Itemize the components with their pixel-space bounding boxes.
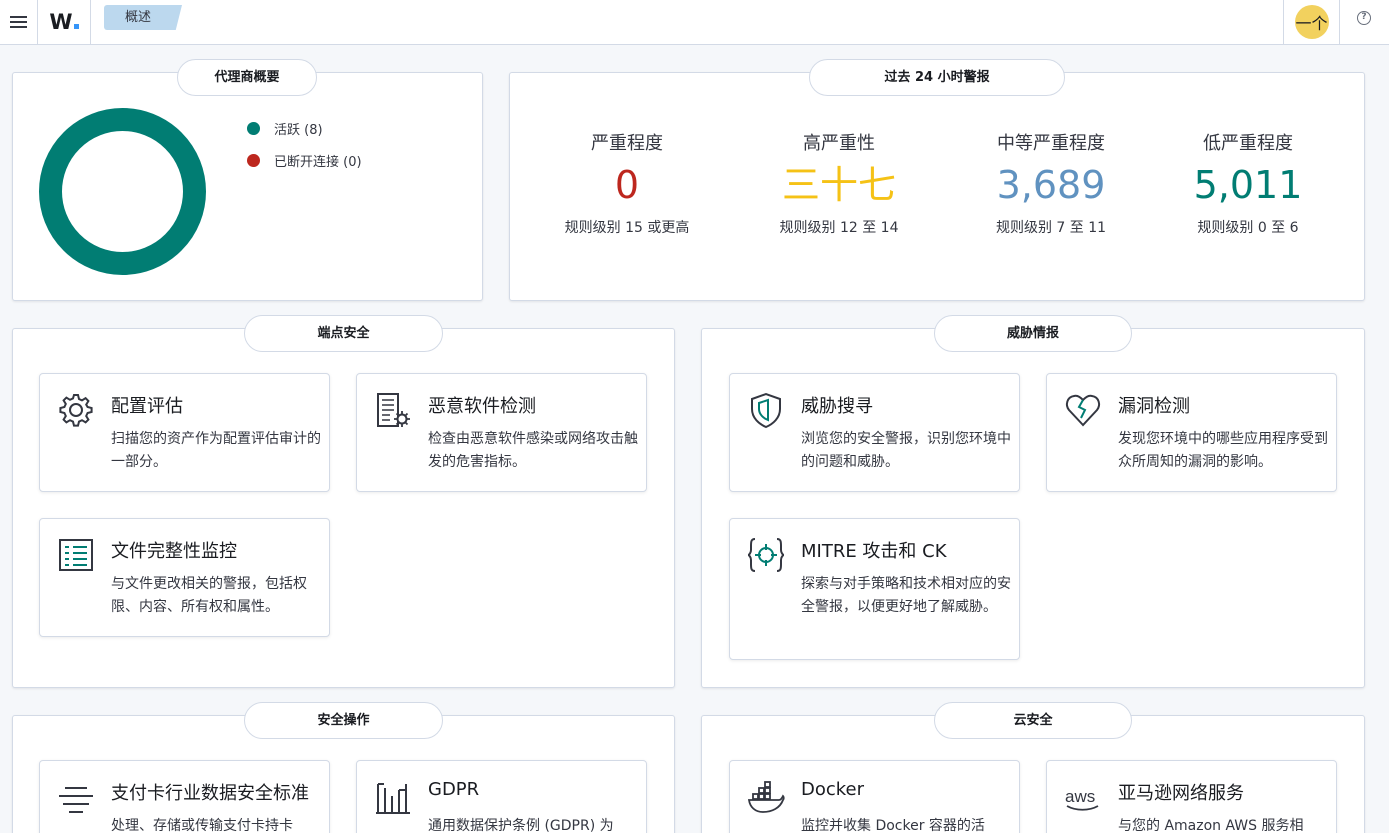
gear-icon [59,394,93,427]
agents-summary-panel: 活跃 (8) 已断开连接 (0) [12,72,483,301]
status-dot [247,154,260,167]
cloud-security-title: 云安全 [934,702,1132,739]
avatar[interactable]: 一个 [1294,5,1329,39]
stat-critical[interactable]: 严重程度 0 规则级别 15 或更高 [522,129,732,237]
alerts-panel: 严重程度 0 规则级别 15 或更高 高严重性 三十七 规则级别 12 至 14… [509,72,1365,301]
alerts-title: 过去 24 小时警报 [809,59,1065,96]
stat-value: 三十七 [781,163,896,207]
svg-text:aws: aws [1065,787,1095,806]
card-mitre-attack[interactable]: MITRE 攻击和 CK 探索与对手策略和技术相对应的安全警报，以便更好地了解威… [729,518,1020,660]
hamburger-icon [10,16,27,18]
help-icon[interactable]: ? [1357,11,1371,25]
top-bar: W 概述 一个 ? [0,0,1389,45]
card-docker[interactable]: Docker 监控并收集 Docker 容器的活 [729,760,1020,833]
endpoint-security-title: 端点安全 [244,315,443,352]
stat-high[interactable]: 高严重性 三十七 规则级别 12 至 14 [734,129,944,237]
agents-donut-chart [39,108,206,275]
card-aws[interactable]: aws 亚马逊网络服务 与您的 Amazon AWS 服务相 [1046,760,1337,833]
stat-medium[interactable]: 中等严重程度 3,689 规则级别 7 至 11 [946,129,1156,237]
gdpr-pillars-icon [376,783,410,814]
aws-icon: aws [1065,787,1099,811]
status-dot [247,122,260,135]
target-icon [747,538,785,572]
card-file-integrity-monitoring[interactable]: 文件完整性监控 与文件更改相关的警报，包括权限、内容、所有权和属性。 [39,518,330,637]
malware-doc-icon [377,393,410,427]
file-list-icon [59,539,93,571]
card-gdpr[interactable]: GDPR 通用数据保护条例 (GDPR) 为 [356,760,647,833]
stat-low[interactable]: 低严重程度 5,011 规则级别 0 至 6 [1143,129,1353,237]
shield-icon [751,392,781,429]
broken-heart-icon [1065,394,1101,427]
breadcrumb-overview[interactable]: 概述 [104,5,182,30]
stat-value: 5,011 [1193,163,1303,207]
stat-value: 0 [614,163,640,207]
stat-value: 3,689 [996,163,1106,207]
menu-toggle-button[interactable] [0,0,38,44]
threat-intelligence-title: 威胁情报 [934,315,1132,352]
agents-summary-title: 代理商概要 [177,59,317,96]
legend-active[interactable]: 活跃 (8) [247,119,323,138]
legend-disconnected[interactable]: 已断开连接 (0) [247,151,362,170]
docker-icon [747,781,785,813]
card-malware-detection[interactable]: 恶意软件检测 检查由恶意软件感染或网络攻击触发的危害指标。 [356,373,647,492]
card-vulnerability-detection[interactable]: 漏洞检测 发现您环境中的哪些应用程序受到众所周知的漏洞的影响。 [1046,373,1337,492]
app-logo[interactable]: W [38,0,91,44]
pci-lines-icon [59,787,93,813]
user-menu[interactable]: 一个 [1283,0,1340,44]
card-threat-hunting[interactable]: 威胁搜寻 浏览您的安全警报，识别您环境中的问题和威胁。 [729,373,1020,492]
card-pci-dss[interactable]: 支付卡行业数据安全标准 处理、存储或传输支付卡持卡 [39,760,330,833]
card-configuration-assessment[interactable]: 配置评估 扫描您的资产作为配置评估审计的一部分。 [39,373,330,492]
security-operations-title: 安全操作 [244,702,443,739]
